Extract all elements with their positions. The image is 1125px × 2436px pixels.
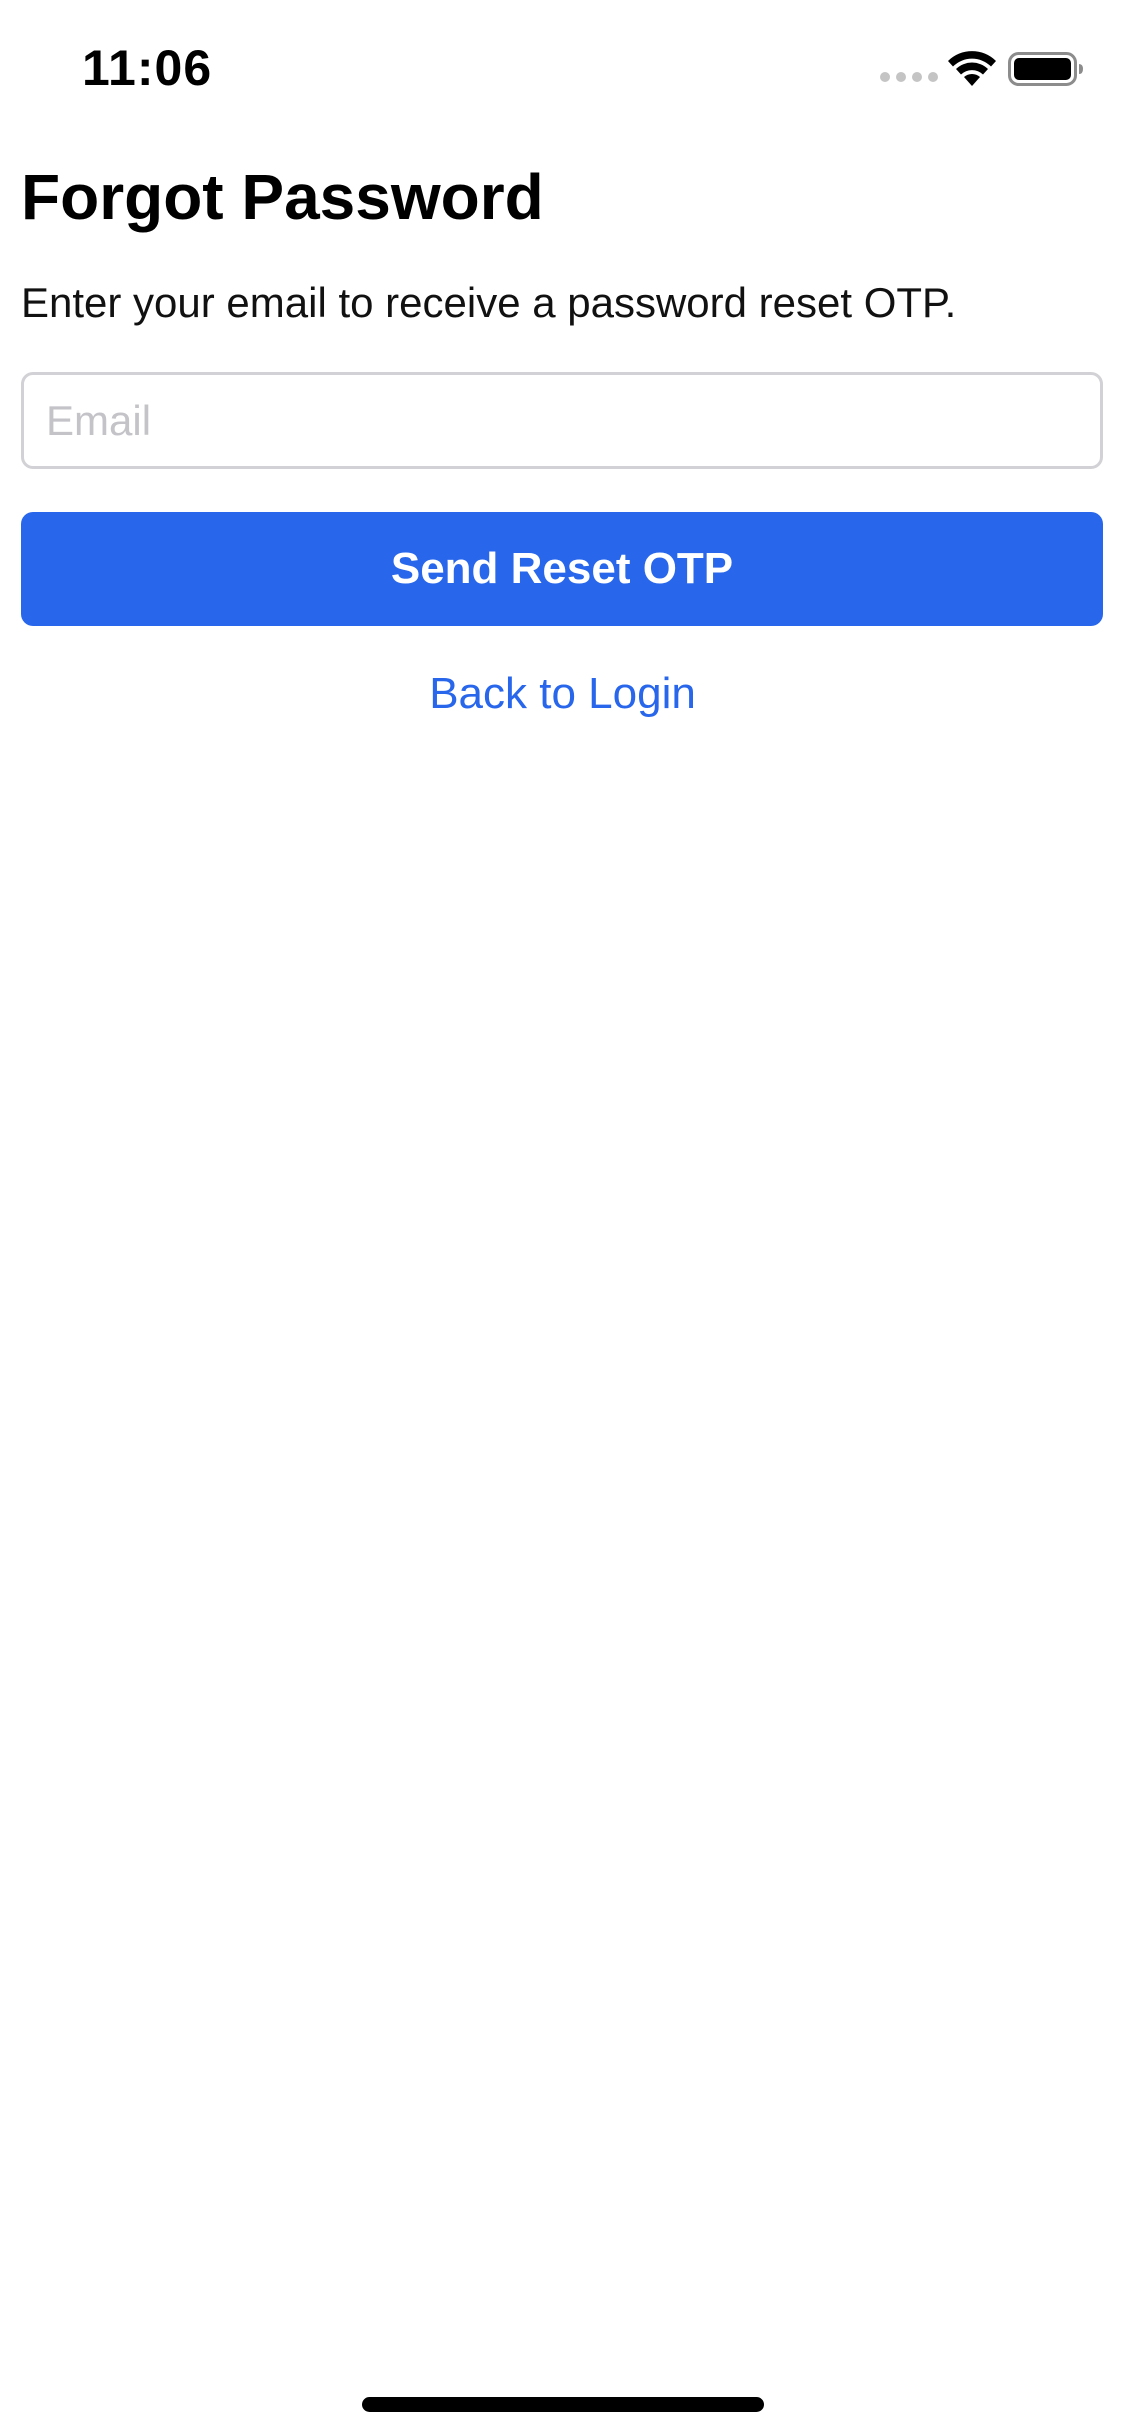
back-to-login-link[interactable]: Back to Login (0, 664, 1125, 724)
status-time: 11:06 (82, 40, 213, 96)
page-title: Forgot Password (21, 161, 544, 233)
status-bar: 11:06 (0, 0, 1125, 135)
wifi-icon (948, 51, 996, 86)
signal-icon (880, 72, 938, 82)
page-subtitle: Enter your email to receive a password r… (21, 279, 957, 326)
email-field[interactable] (21, 372, 1103, 469)
send-reset-otp-button[interactable]: Send Reset OTP (21, 512, 1103, 626)
battery-icon (1008, 52, 1083, 86)
home-indicator[interactable] (362, 2397, 764, 2412)
